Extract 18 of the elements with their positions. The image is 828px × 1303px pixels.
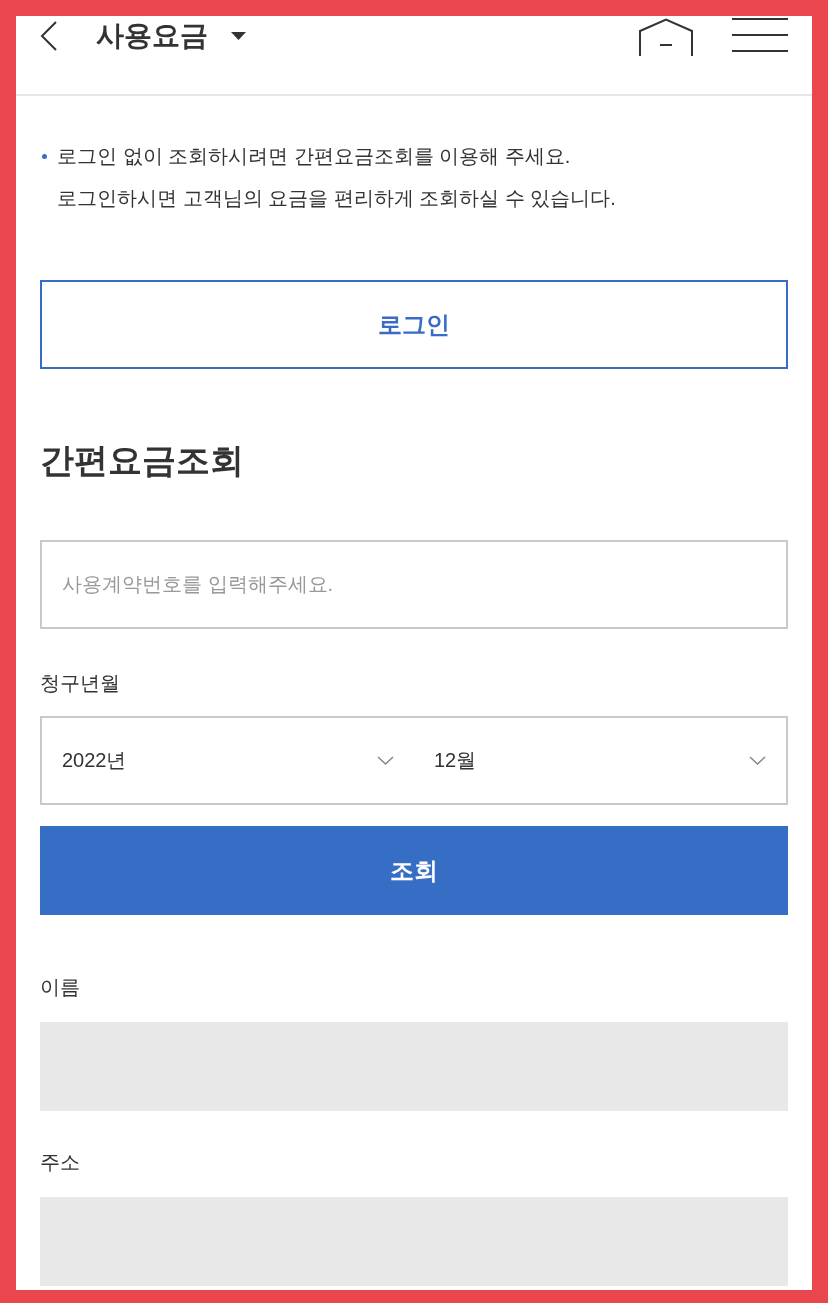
field-label: 청구년월 [40,671,121,696]
chevron-down-icon [749,756,766,765]
title-dropdown[interactable]: 사용요금 [96,19,246,53]
field-label: 이름 [40,975,81,1000]
search-button[interactable]: 조회 [40,826,788,915]
caret-icon [231,32,246,40]
menu-icon[interactable] [732,18,788,52]
year-select[interactable]: 2022년 [42,718,414,803]
chevron-down-icon [377,756,394,765]
month-select[interactable]: 12월 [414,718,786,803]
back-icon[interactable] [40,21,58,51]
notice-text: 로그인 없이 조회하시려면 간편요금조회를 이용해 주세요. 로그인하시면 고객님의 요금을 편리하게 조회하실 수 있습니다. [57,144,616,211]
section-heading: 간편요금조회 [40,440,245,481]
bullet-icon [42,154,47,159]
field-label: 주소 [40,1150,81,1175]
login-button[interactable]: 로그인 [40,280,788,369]
contract-number-field[interactable]: 사용계약번호를 입력해주세요. [40,540,788,629]
home-icon[interactable] [639,18,693,56]
